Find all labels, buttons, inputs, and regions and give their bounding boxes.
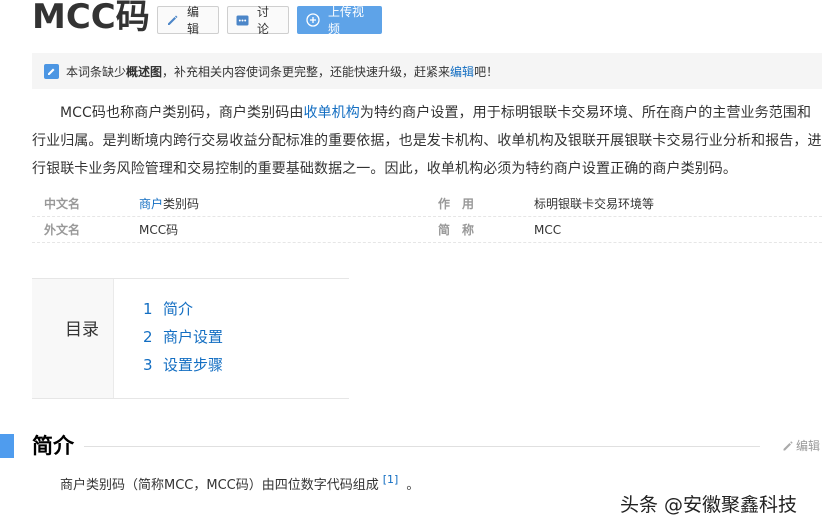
toc-item-label: 商户设置 <box>163 328 224 346</box>
section-divider <box>84 446 760 447</box>
toc-list: 1 简介 2 商户设置 3 设置步骤 <box>114 279 349 398</box>
toc-item-number: 2 <box>143 328 153 346</box>
merchant-link[interactable]: 商户 <box>139 197 163 211</box>
basic-info-label: 中文名 <box>44 197 81 211</box>
basic-info-value-rest: 类别码 <box>163 197 200 211</box>
table-of-contents: 目录 1 简介 2 商户设置 3 设置步骤 <box>32 278 349 399</box>
title-row: MCC码 <box>32 0 150 40</box>
reference-link[interactable]: [1] <box>383 473 399 486</box>
notice-prefix: 本词条缺少 <box>66 64 127 79</box>
edit-button[interactable]: 编辑 <box>157 5 219 36</box>
toc-item-merchant-setup[interactable]: 2 商户设置 <box>143 327 223 347</box>
basic-info-value: 标明银联卡交易环境等 <box>534 197 655 211</box>
upload-video-button[interactable]: 上传视频 <box>297 5 382 36</box>
notice-middle: ，补充相关内容使词条更完整，还能快速升级，赶紧来 <box>162 64 451 79</box>
basic-info-label: 简 称 <box>438 223 475 237</box>
pencil-icon <box>166 13 179 27</box>
toc-header: 目录 <box>32 279 114 398</box>
section-edit-label: 编辑 <box>796 439 821 453</box>
basic-info-label: 作 用 <box>438 197 475 211</box>
basic-info-value: MCC码 <box>139 217 178 243</box>
section-body: 商户类别码（简称MCC，MCC码）由四位数字代码组成 [1] 。 <box>60 473 420 497</box>
acquirer-link[interactable]: 收单机构 <box>303 105 359 121</box>
intro-paragraph: MCC码也称商户类别码，商户类别码由收单机构为特约商户设置，用于标明银联卡交易环… <box>32 99 824 183</box>
basic-info-label: 外文名 <box>44 223 81 237</box>
page-title: MCC码 <box>32 0 150 37</box>
missing-image-notice: 本词条缺少 概述图 ，补充相关内容使词条更完整，还能快速升级，赶紧来 编辑 吧！ <box>32 53 822 89</box>
section-title: 简介 <box>32 434 74 458</box>
toc-item-intro[interactable]: 1 简介 <box>143 299 193 319</box>
basic-info-value: MCC <box>534 223 562 237</box>
toc-item-label: 设置步骤 <box>163 356 224 374</box>
basic-info-row: 外文名 MCC码 简 称 MCC <box>32 217 822 243</box>
discuss-button-label: 讨论 <box>257 5 270 36</box>
notice-suffix: 吧！ <box>474 64 499 79</box>
toc-item-label: 简介 <box>163 300 194 318</box>
notice-bold: 概述图 <box>126 64 163 79</box>
upload-video-button-label: 上传视频 <box>328 5 365 36</box>
toc-item-setup-steps[interactable]: 3 设置步骤 <box>143 355 223 375</box>
section-body-tail: 。 <box>406 478 420 493</box>
plus-circle-icon <box>306 13 320 27</box>
section-accent-bar <box>0 434 14 458</box>
edit-button-label: 编辑 <box>187 5 200 36</box>
edit-notice-icon <box>44 63 59 79</box>
discuss-button[interactable]: 讨论 <box>227 5 289 36</box>
intro-part1: MCC码也称商户类别码，商户类别码由 <box>60 105 304 121</box>
pencil-icon <box>782 440 794 452</box>
basic-info-table: 中文名 商户类别码 作 用 标明银联卡交易环境等 外文名 MCC码 简 称 MC… <box>32 191 822 243</box>
section-edit-button[interactable]: 编辑 <box>782 437 820 454</box>
toc-item-number: 3 <box>143 356 153 374</box>
comment-icon <box>236 13 249 27</box>
section-body-text: 商户类别码（简称MCC，MCC码）由四位数字代码组成 <box>60 478 379 493</box>
notice-edit-link[interactable]: 编辑 <box>450 63 474 80</box>
basic-info-value-rest: MCC码 <box>139 223 179 237</box>
watermark: 头条 @安徽聚鑫科技 <box>620 494 798 516</box>
basic-info-row: 中文名 商户类别码 作 用 标明银联卡交易环境等 <box>32 191 822 217</box>
toc-item-number: 1 <box>143 300 153 318</box>
basic-info-value: 商户类别码 <box>139 191 199 217</box>
toc-title: 目录 <box>65 320 99 340</box>
